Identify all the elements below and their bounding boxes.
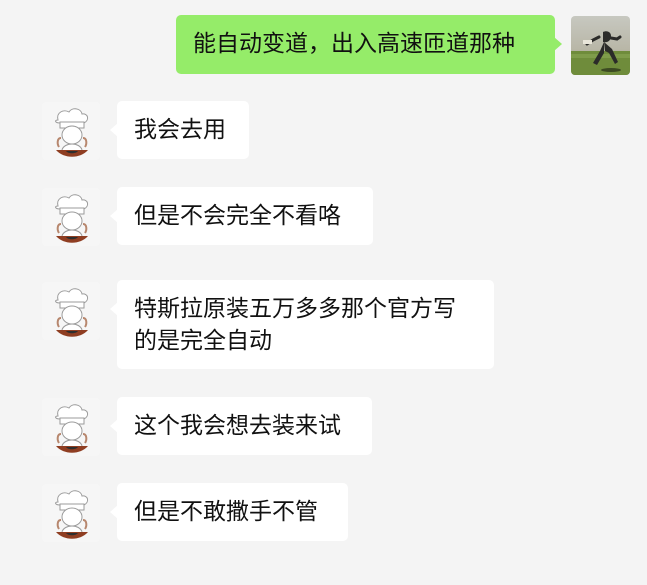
- message-text: 能自动变道，出入高速匝道那种: [193, 31, 515, 57]
- message-bubble-incoming[interactable]: 但是不敢撒手不管: [110, 483, 348, 541]
- chef-avatar-icon[interactable]: [42, 484, 100, 542]
- message-bubble-incoming[interactable]: 我会去用: [110, 101, 249, 159]
- message-text: 但是不会完全不看咯: [134, 203, 341, 229]
- chat-window: 能自动变道，出入高速匝道那种 我会去用 但是不会完全不看咯 特斯拉原装五万多多那…: [0, 0, 647, 585]
- chef-avatar-icon[interactable]: [42, 398, 100, 456]
- chef-avatar-icon[interactable]: [42, 102, 100, 160]
- message-text: 我会去用: [134, 117, 226, 143]
- chef-avatar-icon[interactable]: [42, 282, 100, 340]
- chef-avatar-icon[interactable]: [42, 188, 100, 246]
- message-text-line-1: 特斯拉原装五万多多那个官方写: [134, 296, 456, 322]
- self-avatar-icon[interactable]: [571, 16, 630, 75]
- message-bubble-incoming[interactable]: 这个我会想去装来试: [110, 397, 372, 455]
- message-text: 但是不敢撒手不管: [134, 499, 318, 525]
- message-bubble-incoming[interactable]: 但是不会完全不看咯: [110, 187, 373, 245]
- message-bubble-incoming[interactable]: 特斯拉原装五万多多那个官方写 的是完全自动: [110, 280, 494, 369]
- message-text: 这个我会想去装来试: [134, 413, 341, 439]
- message-bubble-outgoing[interactable]: 能自动变道，出入高速匝道那种: [176, 15, 562, 74]
- message-text-line-2: 的是完全自动: [134, 328, 272, 354]
